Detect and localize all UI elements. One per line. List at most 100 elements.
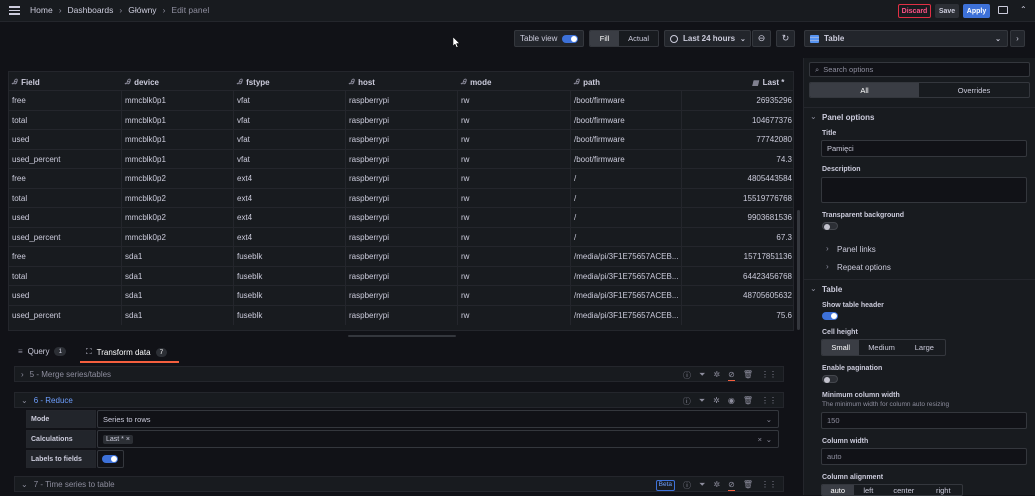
save-button[interactable]: Save (935, 4, 959, 18)
column-header-mode[interactable]: Ꭿmode (461, 74, 491, 91)
transparent-switch[interactable] (822, 222, 838, 230)
eye-off-icon[interactable]: ⊘ (728, 480, 735, 491)
description-label: Description (822, 166, 861, 173)
column-header-host[interactable]: Ꭿhost (349, 74, 375, 91)
chevron-right-icon[interactable]: › (21, 370, 24, 379)
table-view-toggle[interactable]: Table view (514, 30, 584, 47)
close-icon[interactable]: × (126, 436, 130, 443)
eye-icon[interactable]: ◉ (728, 396, 735, 407)
table-cell-path: /boot/firmware (571, 110, 682, 130)
column-header-fstype[interactable]: Ꭿfstype (237, 74, 270, 91)
refresh-button[interactable]: ↻ (776, 30, 795, 47)
column-header-last[interactable]: ▦ Last * (752, 74, 784, 91)
table-cell-field: total (9, 188, 122, 208)
info-icon[interactable]: ⓘ (683, 370, 691, 381)
debug-icon[interactable]: ✲ (713, 480, 720, 491)
transform-row-5[interactable]: › 5 - Merge series/tables ⓘ ⏷ ✲ ⊘ 🗑 ⋮⋮ (14, 366, 784, 382)
labels-to-fields-switch[interactable] (102, 455, 118, 463)
transform-row-7[interactable]: ⌄ 7 - Time series to table Beta ⓘ ⏷ ✲ ⊘ 🗑 ⋮⋮ (14, 476, 784, 492)
chevron-right-icon[interactable]: › (826, 244, 829, 253)
debug-icon[interactable]: ✲ (713, 370, 720, 381)
table-cell-path: / (571, 169, 682, 188)
chevron-down-icon[interactable]: ⌄ (21, 480, 28, 489)
cell-height-label: Cell height (822, 329, 858, 336)
trash-icon[interactable]: 🗑 (743, 370, 753, 381)
drag-handle-icon[interactable]: ⋮⋮ (761, 370, 777, 381)
panel-links-header[interactable]: Panel links (837, 245, 876, 254)
align-center[interactable]: center (883, 485, 924, 495)
table-cell-device: mmcblk0p1 (122, 110, 234, 130)
reduce-mode-select[interactable]: Series to rows ⌄ (97, 410, 779, 428)
breadcrumb-folder[interactable]: Główny (128, 5, 156, 15)
reduce-calc-select[interactable]: Last * × × ⌄ (97, 430, 779, 448)
table-cell-fstype: fuseblk (234, 247, 346, 266)
column-header-field[interactable]: Ꭿ Field (12, 74, 40, 91)
monitor-icon[interactable] (998, 6, 1008, 14)
title-input[interactable]: Pamięci (821, 140, 1027, 157)
table-cell-path: /boot/firmware (571, 130, 682, 149)
apply-button[interactable]: Apply (963, 4, 990, 18)
breadcrumb-dashboards[interactable]: Dashboards (68, 5, 114, 15)
chevron-right-icon[interactable]: › (826, 262, 829, 271)
info-icon[interactable]: ⓘ (683, 480, 691, 491)
column-header-device[interactable]: Ꭿdevice (125, 74, 159, 91)
collapse-options-button[interactable]: › (1010, 30, 1025, 47)
pagination-switch[interactable] (822, 375, 838, 383)
fill-button[interactable]: Fill (590, 31, 620, 46)
cell-height-small[interactable]: Small (822, 340, 860, 355)
description-textarea[interactable] (821, 177, 1027, 203)
table-view-switch[interactable] (562, 34, 579, 43)
repeat-options-header[interactable]: Repeat options (837, 263, 891, 272)
filter-icon[interactable]: ⏷ (699, 370, 705, 381)
table-cell-field: free (9, 169, 122, 188)
col-width-input[interactable]: auto (821, 448, 1027, 465)
chevron-down-icon[interactable]: ⌄ (810, 112, 817, 121)
info-icon[interactable]: ⓘ (683, 396, 691, 407)
transform-6-title: 6 - Reduce (33, 395, 73, 405)
breadcrumb-home[interactable]: Home (30, 5, 53, 15)
discard-button[interactable]: Discard (898, 4, 931, 18)
column-header-path[interactable]: Ꭿpath (574, 74, 600, 91)
align-left[interactable]: left (854, 485, 884, 495)
visualization-picker[interactable]: Table ⌄ (804, 30, 1008, 47)
tab-overrides[interactable]: Overrides (919, 83, 1029, 97)
eye-off-icon[interactable]: ⊘ (728, 370, 735, 381)
drag-handle-icon[interactable]: ⋮⋮ (761, 396, 777, 407)
actual-button[interactable]: Actual (619, 31, 658, 46)
time-range-picker[interactable]: Last 24 hours ⌄ (664, 30, 751, 47)
drag-handle-icon[interactable]: ⋮⋮ (761, 480, 777, 491)
trash-icon[interactable]: 🗑 (743, 480, 753, 491)
cell-height-large[interactable]: Large (904, 340, 945, 355)
align-right[interactable]: right (925, 485, 962, 495)
menu-icon[interactable] (9, 6, 20, 15)
chevron-down-icon[interactable]: ⌄ (810, 284, 817, 293)
chevron-up-icon[interactable]: ⌃ (1020, 5, 1027, 14)
show-header-switch[interactable] (822, 312, 838, 320)
table-cell-last: 104677376 (751, 115, 792, 125)
scrollbar[interactable] (797, 210, 800, 330)
min-width-input[interactable]: 150 (821, 412, 1027, 429)
trash-icon[interactable]: 🗑 (743, 396, 753, 407)
table-section-header[interactable]: Table (822, 285, 842, 294)
transform-row-6[interactable]: ⌄ 6 - Reduce ⓘ ⏷ ✲ ◉ 🗑 ⋮⋮ (14, 392, 784, 408)
tab-all[interactable]: All (810, 83, 919, 97)
cell-height-medium[interactable]: Medium (859, 340, 903, 355)
table-cell-field: total (9, 266, 122, 286)
search-options-input[interactable]: ⌕ Search options (809, 62, 1030, 77)
filter-icon[interactable]: ⏷ (699, 480, 705, 491)
table-cell-field: used (9, 286, 122, 305)
resize-handle[interactable] (348, 335, 456, 337)
filter-icon[interactable]: ⏷ (699, 396, 705, 407)
table-cell-path: / (571, 227, 682, 247)
align-auto[interactable]: auto (822, 485, 854, 495)
zoom-out-button[interactable]: ⊖ (752, 30, 771, 47)
debug-icon[interactable]: ✲ (713, 396, 720, 407)
tab-query[interactable]: ≡ Query 1 (18, 347, 67, 356)
chevron-down-icon[interactable]: ⌄ (21, 396, 28, 405)
panel-options-header[interactable]: Panel options (822, 113, 874, 122)
calc-tag[interactable]: Last * × (103, 434, 133, 444)
tab-transform[interactable]: ⛶ Transform data 7 (86, 347, 168, 357)
mouse-cursor-icon (453, 37, 460, 48)
breadcrumb: Home › Dashboards › Główny › Edit panel (30, 5, 209, 15)
clear-icon[interactable]: × (758, 435, 762, 444)
